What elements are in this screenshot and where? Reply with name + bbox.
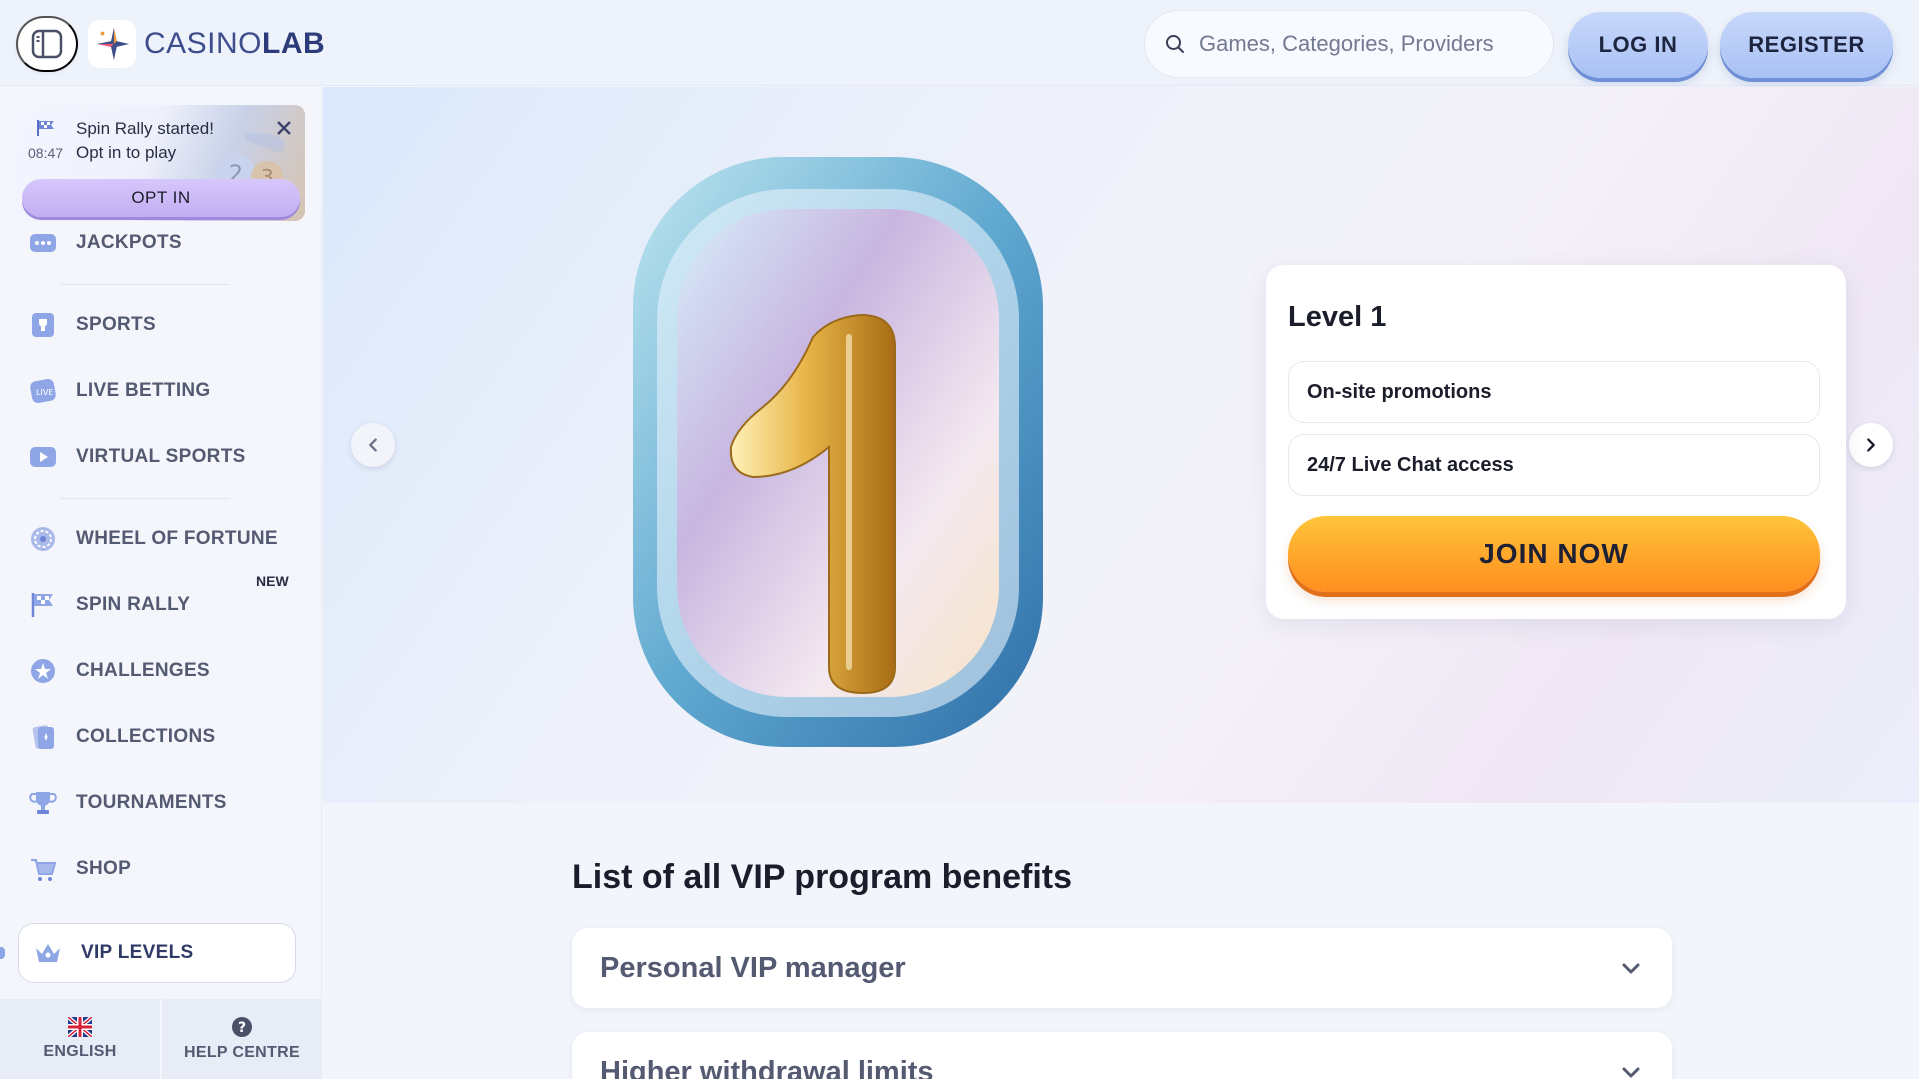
sidebar-item-vip-levels[interactable]: VIP LEVELS [18,923,296,983]
live-betting-icon: LIVE [30,379,56,403]
benefit-label: Personal VIP manager [600,951,906,984]
close-icon [277,121,291,135]
sidebar-item-shop[interactable]: SHOP [28,849,298,889]
sidebar: 2 3 08:47 Spin Rally started! Opt in to … [0,87,322,1079]
sports-icon [32,313,54,337]
sidebar-item-live-betting[interactable]: LIVE LIVE BETTING [28,371,298,411]
chevron-right-icon [1867,438,1875,452]
chevron-left-icon [369,438,377,452]
search-input[interactable] [1199,31,1539,57]
star-badge-icon [31,659,55,683]
spin-rally-notification: 2 3 08:47 Spin Rally started! Opt in to … [16,105,305,221]
cards-icon [32,725,54,749]
sidebar-item-tournaments[interactable]: TOURNAMENTS [28,783,298,823]
join-now-button[interactable]: JOIN NOW [1288,516,1820,592]
notification-time: 08:47 [28,145,64,161]
sidebar-item-wheel-of-fortune[interactable]: WHEEL OF FORTUNE [28,519,298,559]
chevron-down-icon [1622,1067,1640,1078]
chevron-down-icon [1622,963,1640,974]
notification-subtitle: Opt in to play [76,143,177,162]
new-badge: NEW [250,573,295,593]
sidebar-item-collections[interactable]: COLLECTIONS [28,717,298,757]
sidebar-item-virtual-sports[interactable]: VIRTUAL SPORTS [28,437,298,477]
notification-close-button[interactable] [271,115,297,141]
help-centre-link[interactable]: ? HELP CENTRE [160,999,322,1079]
carousel-next-button[interactable] [1849,423,1893,467]
carousel-prev-button[interactable] [351,423,395,467]
perk-item: On-site promotions [1288,361,1820,423]
benefits-heading: List of all VIP program benefits [572,858,1073,896]
sidebar-item-jackpots[interactable]: JACKPOTS [28,223,298,263]
help-icon: ? [232,1017,252,1037]
svg-text:LIVE: LIVE [36,388,53,397]
benefit-label: Higher withdrawal limits [600,1055,934,1079]
nav-divider [60,498,230,499]
virtual-sports-icon [30,447,56,467]
level-one-illustration [633,157,1043,747]
sidebar-footer: ENGLISH ? HELP CENTRE [0,999,322,1079]
casino-logo[interactable]: CASINOLAB [88,20,325,68]
nav-divider [60,284,230,285]
jackpot-icon [30,234,56,252]
login-button[interactable]: LOG IN [1568,12,1708,78]
sidebar-item-challenges[interactable]: CHALLENGES [28,651,298,691]
cart-icon [31,859,57,881]
trophy-icon [29,792,57,814]
notification-title: Spin Rally started! [76,119,214,138]
flag-icon [37,120,54,136]
top-bar: CASINOLAB LOG IN REGISTER [0,0,1919,86]
language-selector[interactable]: ENGLISH [0,999,160,1079]
sidebar-panel-icon [31,29,63,59]
flag-icon [31,593,53,617]
svg-text:?: ? [238,1020,246,1036]
active-indicator [0,947,5,959]
sidebar-toggle-button[interactable] [16,16,78,72]
level-card: Level 1 On-site promotions 24/7 Live Cha… [1266,265,1846,619]
uk-flag-icon [68,1017,92,1037]
logo-text: CASINOLAB [144,27,326,60]
wheel-icon [31,527,55,551]
vip-level-carousel: Level 1 On-site promotions 24/7 Live Cha… [323,87,1919,803]
logo-star-icon [88,20,136,68]
sidebar-item-sports[interactable]: SPORTS [28,305,298,345]
benefit-accordion-item[interactable]: Personal VIP manager [572,928,1672,1008]
search-icon [1166,35,1184,53]
crown-icon [36,944,60,962]
perk-item: 24/7 Live Chat access [1288,434,1820,496]
search-box[interactable] [1144,10,1554,78]
level-title: Level 1 [1288,301,1387,333]
benefit-accordion-item[interactable]: Higher withdrawal limits [572,1032,1672,1079]
opt-in-button[interactable]: OPT IN [22,179,300,217]
language-label: ENGLISH [43,1043,117,1060]
register-button[interactable]: REGISTER [1720,12,1893,78]
help-label: HELP CENTRE [184,1044,300,1061]
